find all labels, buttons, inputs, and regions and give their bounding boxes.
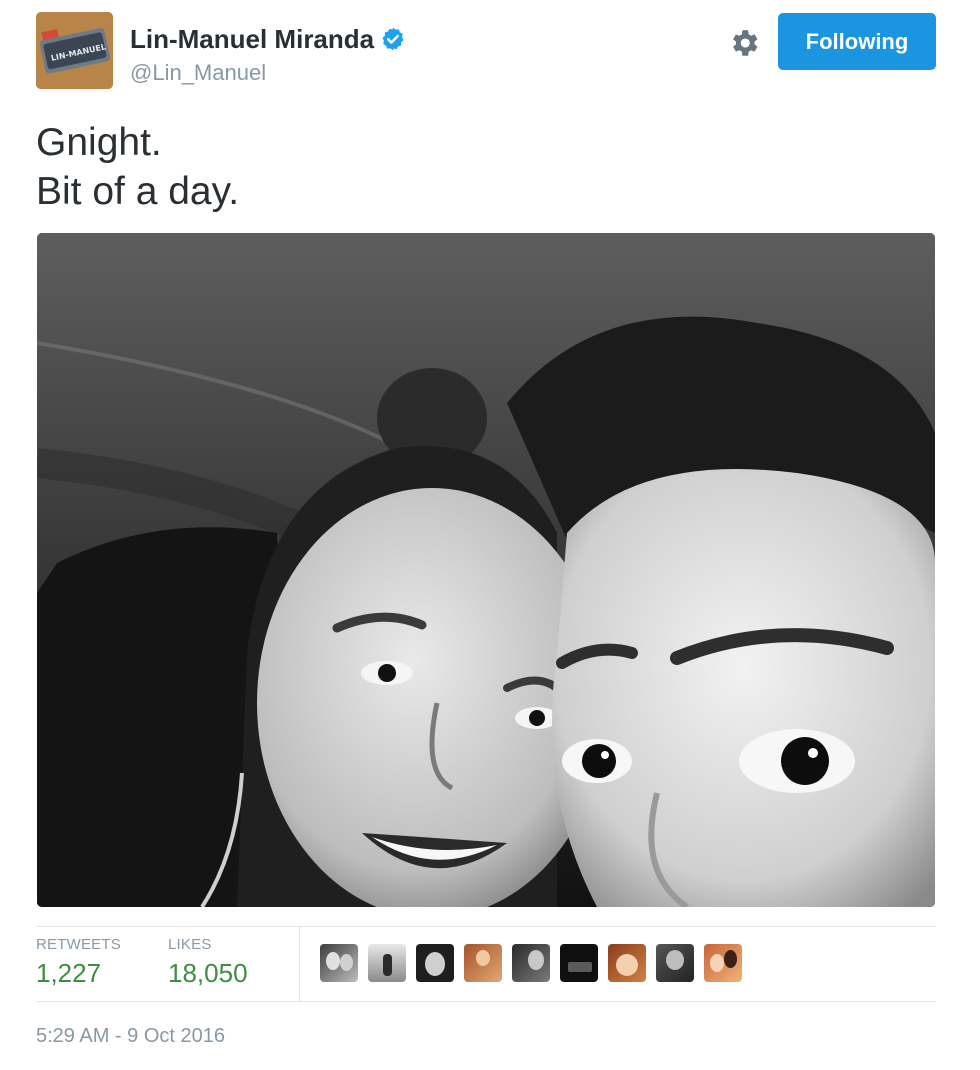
liker-avatar[interactable]	[608, 944, 646, 982]
tweet-card: LIN-MANUEL Lin-Manuel Miranda @Lin_Manue…	[0, 0, 980, 1070]
tweet-text-line: Bit of a day.	[36, 170, 240, 213]
author-screenname[interactable]: @Lin_Manuel	[130, 60, 406, 86]
tweet-photo[interactable]	[37, 233, 935, 907]
likes-count: 18,050	[168, 958, 248, 988]
liker-avatar[interactable]	[656, 944, 694, 982]
liker-avatar[interactable]	[512, 944, 550, 982]
tweet-text: Gnight. Bit of a day.	[36, 118, 936, 216]
stats-bottom-divider	[36, 1001, 936, 1002]
author-fullname[interactable]: Lin-Manuel Miranda	[130, 24, 374, 55]
avatar-image: LIN-MANUEL	[36, 12, 113, 89]
liker-avatar[interactable]	[320, 944, 358, 982]
liker-avatar[interactable]	[464, 944, 502, 982]
tweet-timestamp[interactable]: 5:29 AM - 9 Oct 2016	[36, 1025, 225, 1048]
liker-avatar[interactable]	[704, 944, 742, 982]
stats-separator	[299, 927, 300, 1001]
liker-avatar[interactable]	[368, 944, 406, 982]
retweets-count: 1,227	[36, 958, 102, 988]
likes-label: LIKES	[168, 936, 212, 953]
likers-avatar-row	[320, 944, 742, 982]
liker-avatar[interactable]	[560, 944, 598, 982]
liker-avatar[interactable]	[416, 944, 454, 982]
following-button[interactable]: Following	[778, 13, 936, 70]
gear-icon[interactable]	[727, 26, 761, 60]
likes-stat[interactable]: LIKES 18,050	[168, 936, 248, 989]
verified-badge-icon	[380, 26, 406, 52]
author-avatar[interactable]: LIN-MANUEL	[36, 12, 113, 89]
author-info: Lin-Manuel Miranda @Lin_Manuel	[130, 22, 406, 86]
retweets-stat[interactable]: RETWEETS 1,227	[36, 936, 121, 989]
stats-top-divider	[36, 926, 936, 927]
retweets-label: RETWEETS	[36, 936, 121, 953]
tweet-text-line: Gnight.	[36, 121, 162, 164]
